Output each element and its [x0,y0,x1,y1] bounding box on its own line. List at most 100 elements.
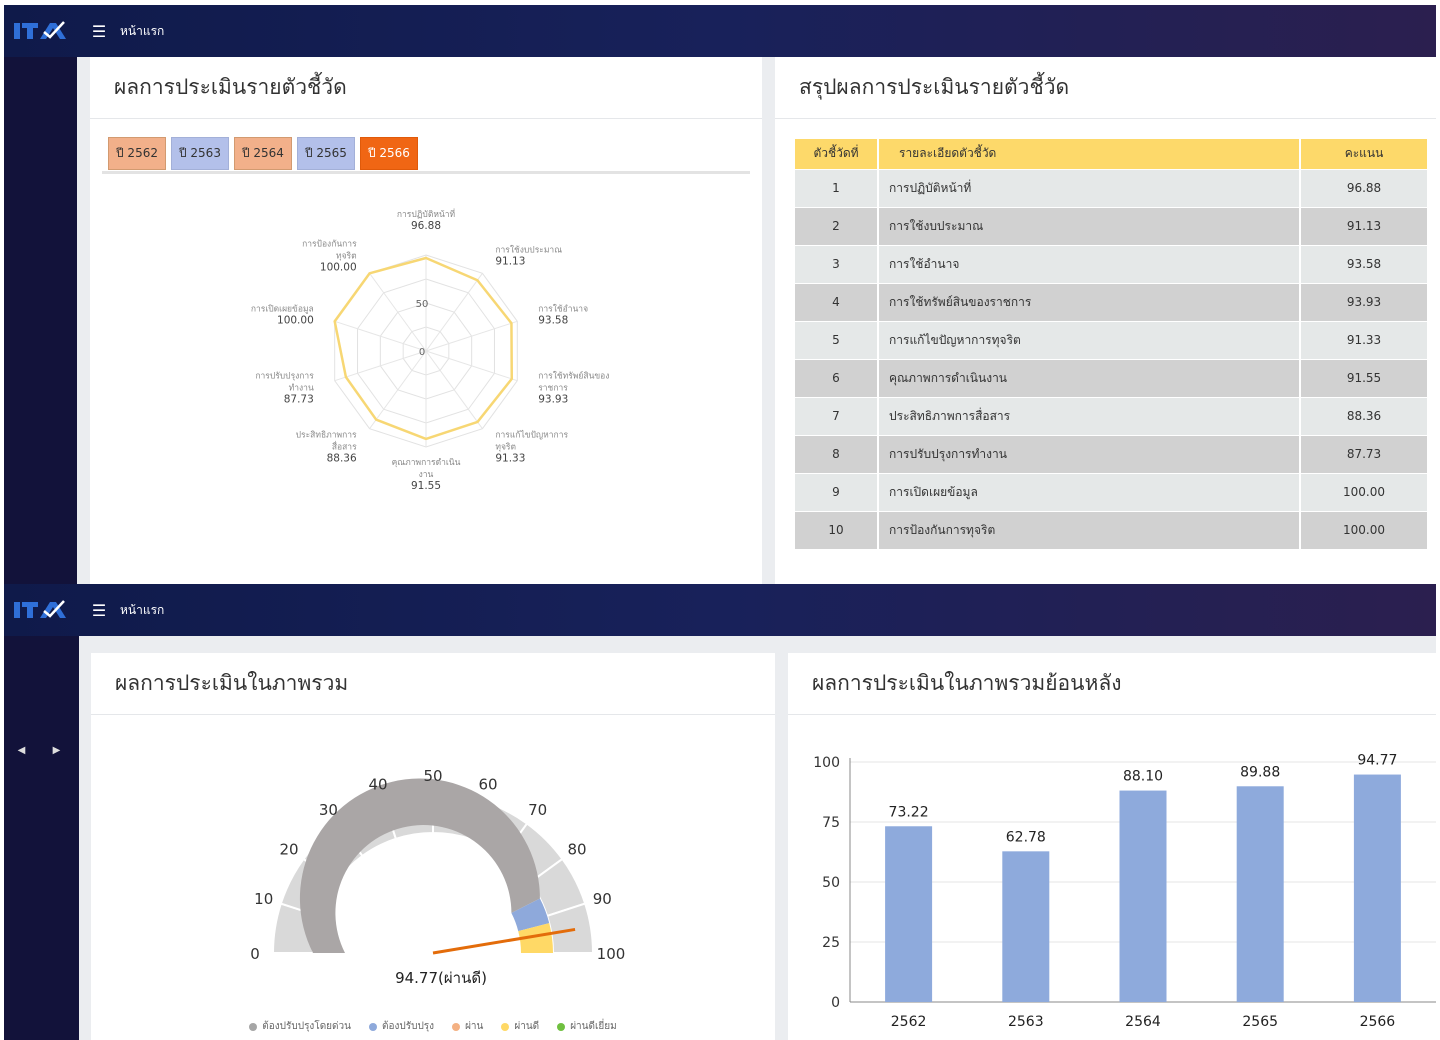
panel-title: ผลการประเมินในภาพรวมย้อนหลัง [788,653,1436,715]
indicator-score: 93.93 [1300,282,1429,321]
legend-dot-icon [501,1022,510,1031]
indicator-name: การใช้อำนาจ [878,244,1301,283]
indicator-number: 6 [795,358,879,397]
legend-dot-icon [369,1022,377,1031]
radar-value-label: 100.00 [320,262,357,274]
indicator-score: 91.13 [1300,206,1429,245]
ita-logo[interactable] [4,5,74,57]
radar-spoke [425,273,483,352]
indicator-score: 87.73 [1300,434,1429,473]
bar [1353,774,1401,1002]
gauge-chart: 0 10 20 30 40 50 60 70 80 90 100 94.77(ผ่านดี) [250,767,625,987]
hamburger-menu-icon[interactable]: ☰ [84,601,114,620]
indicator-number: 7 [795,396,879,435]
x-tick-label: 2565 [1242,1014,1278,1030]
ita-logo-icon [14,21,66,39]
bar-value-label: 94.77 [1357,753,1397,769]
bar [885,826,933,1002]
y-tick-label: 25 [822,935,840,951]
ita-logo-icon [14,600,66,618]
table-row: 1 การปฏิบัติหน้าที่ 96.88 [795,168,1429,207]
home-link[interactable]: หน้าแรก [120,22,164,41]
radar-value-label: 88.36 [327,452,357,464]
radar-indicator-label: การใช้ทรัพย์สินของ [538,370,609,381]
table-row: 9 การเปิดเผยข้อมูล 100.00 [795,472,1429,511]
year-tab[interactable]: ปี 2566 [359,137,418,170]
table-row: 8 การปรับปรุงการทำงาน 87.73 [795,434,1429,473]
column-header: คะแนน [1300,139,1429,169]
indicator-score: 91.33 [1300,320,1429,359]
overall-gauge-panel: ผลการประเมินในภาพรวม 0 10 20 30 40 50 60 70 80 90… [91,653,775,1040]
history-bar-chart: 0 25 50 75 100 73.22 2562 62.78 2563 88.10 2564 89.… [813,753,1436,1030]
radar-value-label: 93.58 [538,315,568,327]
bar [1119,790,1167,1002]
indicator-number: 9 [795,472,879,511]
radar-chart: 050การปฏิบัติหน้าที่96.88การใช้งบประมาณ9… [251,208,610,492]
table-row: 3 การใช้อำนาจ 93.58 [795,244,1429,283]
gauge-tick-label: 10 [254,890,273,908]
table-row: 5 การแก้ไขปัญหาการทุจริต 91.33 [795,320,1429,359]
ita-logo[interactable] [4,584,74,636]
legend-label: ต้องปรับปรุงโดยด่วน [262,1021,351,1032]
indicator-score: 96.88 [1300,168,1429,207]
legend-label: ผ่าน [465,1021,484,1032]
year-tab[interactable]: ปี 2565 [296,137,355,170]
radar-value-label: 91.13 [495,256,525,268]
indicator-summary-table: ตัวชี้วัดที่ รายละเอียดตัวชี้วัด คะแนน 1… [795,139,1429,549]
sidebar [4,57,77,584]
top-navbar: ☰ หน้าแรก [4,5,1436,57]
indicator-name: การปฏิบัติหน้าที่ [878,168,1301,207]
sidebar-toggle[interactable]: ◀ ▶ [4,745,74,756]
x-tick-label: 2564 [1125,1014,1161,1030]
radar-spoke [369,273,427,352]
legend-item: ต้องปรับปรุงโดยด่วน [249,1019,351,1034]
radar-indicator-label: คุณภาพการดำเนิน [392,458,461,468]
year-tab[interactable]: ปี 2563 [170,137,229,170]
gauge-legend: ต้องปรับปรุงโดยด่วน ต้องปรับปรุง ผ่าน ผ่านด… [91,1019,775,1034]
gauge-tick-label: 40 [368,776,387,794]
legend-item: ผ่าน [452,1019,483,1034]
legend-dot-icon [452,1022,461,1031]
radar-axis-tick: 0 [419,347,425,358]
table-row: 7 ประสิทธิภาพการสื่อสาร 88.36 [795,396,1429,435]
radar-indicator-label: ทำงาน [289,383,314,393]
radar-indicator-label: สื่อสาร [332,440,357,452]
indicator-number: 1 [795,168,879,207]
caret-left-icon[interactable]: ◀ [18,745,26,756]
radar-value-label: 91.33 [495,452,525,464]
indicator-number: 8 [795,434,879,473]
gauge-tick-label: 30 [319,801,338,819]
radar-indicator-label: การเปิดเผยข้อมูล [251,304,314,315]
gauge-tick-label: 90 [593,890,612,908]
panel-title: ผลการประเมินรายตัวชี้วัด [90,57,762,119]
gauge-tick-label: 20 [279,840,298,858]
gauge-tick-label: 70 [528,801,547,819]
sidebar [4,636,79,1040]
bar-value-label: 62.78 [1006,829,1046,845]
table-header-row: ตัวชี้วัดที่ รายละเอียดตัวชี้วัด คะแนน [795,139,1429,169]
panel-title: สรุปผลการประเมินรายตัวชี้วัด [775,57,1436,119]
home-link[interactable]: หน้าแรก [120,601,164,620]
radar-value-label: 100.00 [277,315,314,327]
radar-spoke [369,350,427,429]
bar-value-label: 73.22 [889,804,929,820]
radar-indicator-label: การใช้อำนาจ [538,304,588,315]
legend-item: ต้องปรับปรุง [369,1019,434,1034]
indicator-name: การปรับปรุงการทำงาน [878,434,1301,473]
caret-right-icon[interactable]: ▶ [53,745,61,756]
legend-item: ผ่านดีเยี่ยม [557,1019,617,1034]
radar-value-label: 87.73 [284,393,314,405]
gauge-tick-label: 60 [478,776,497,794]
hamburger-menu-icon[interactable]: ☰ [84,22,114,41]
radar-indicator-label: ราชการ [538,383,568,393]
bar-value-label: 89.88 [1240,764,1280,780]
indicator-number: 10 [795,510,879,549]
year-tab[interactable]: ปี 2564 [233,137,292,170]
indicator-number: 4 [795,282,879,321]
y-tick-label: 75 [822,815,840,831]
radar-indicator-label: การปฏิบัติหน้าที่ [397,208,456,220]
y-tick-label: 0 [831,995,840,1011]
radar-value-label: 96.88 [411,220,441,232]
gauge-tick-label: 80 [567,840,586,858]
year-tab[interactable]: ปี 2562 [108,137,166,170]
